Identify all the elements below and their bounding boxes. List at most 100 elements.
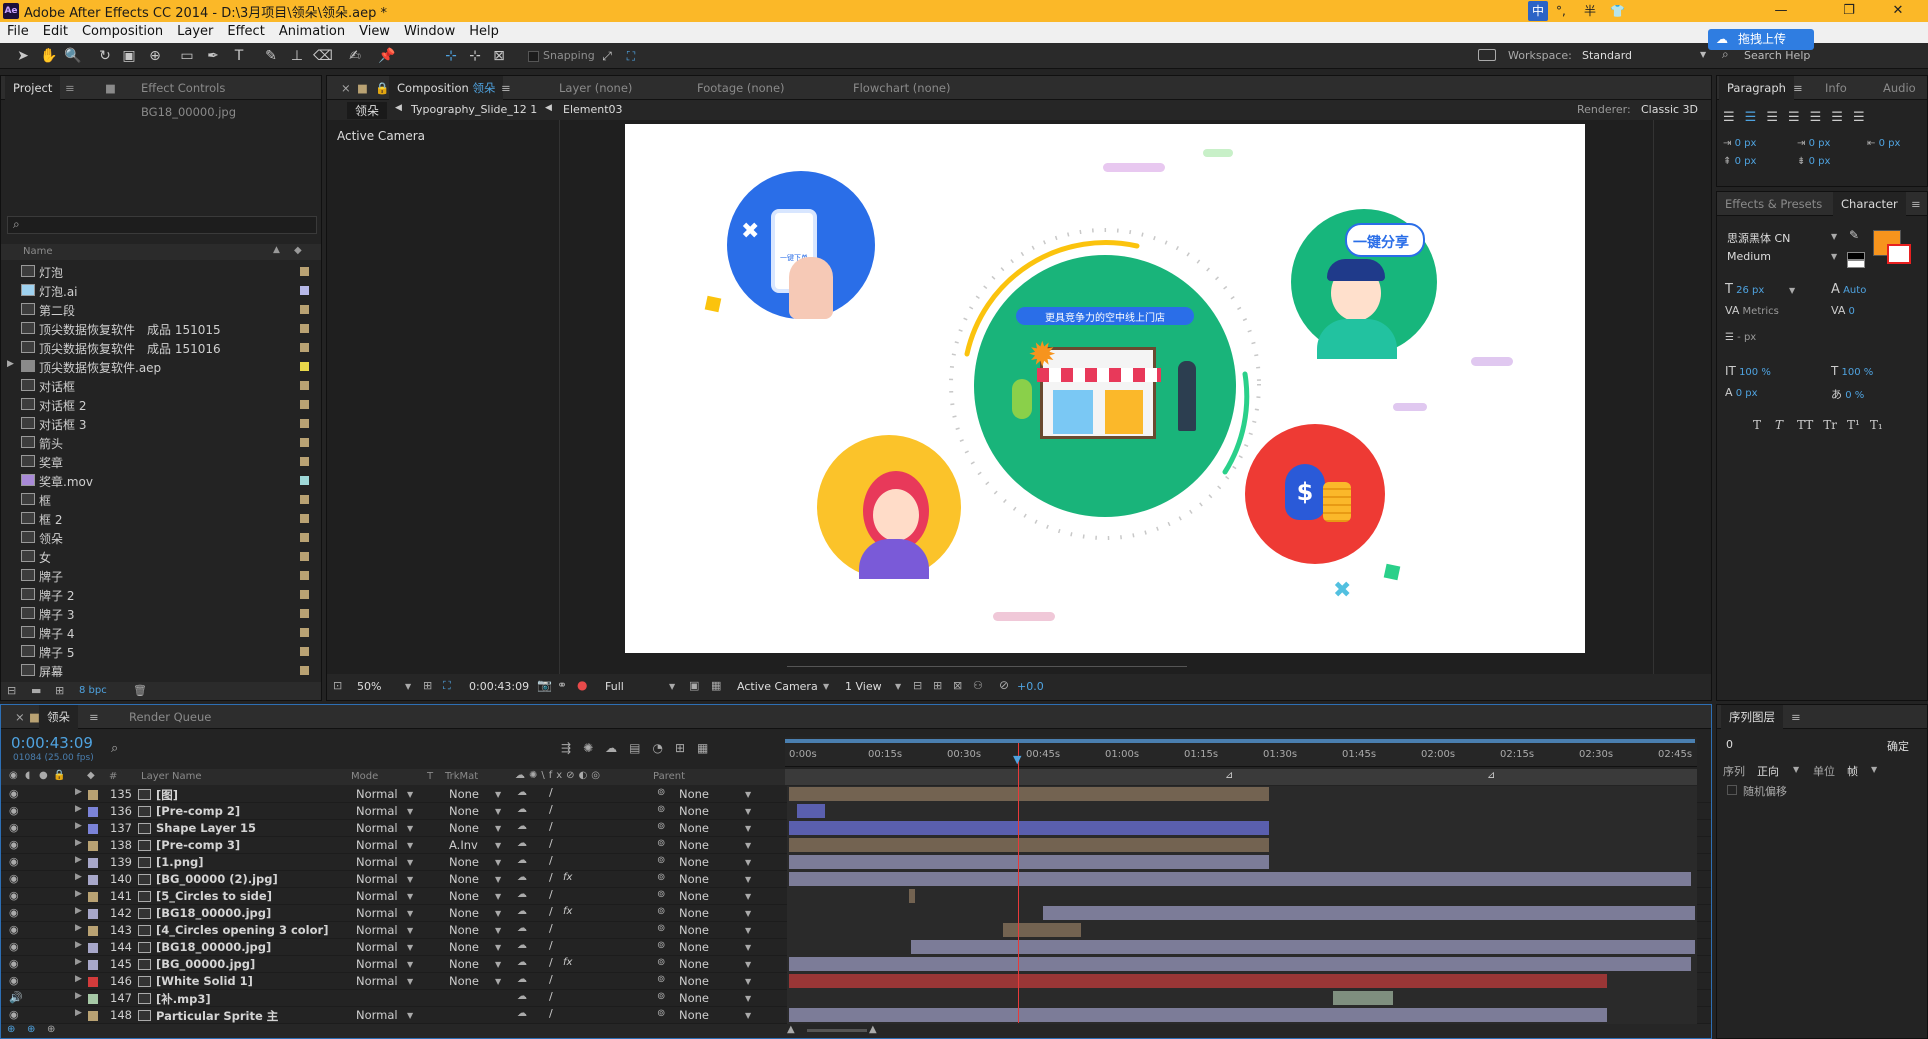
expand-triangle-icon[interactable]: ▶ — [75, 940, 82, 950]
project-search-input[interactable]: ⌕ — [7, 216, 317, 234]
layer-name[interactable]: [5_Circles to side] — [156, 889, 272, 903]
parent-select[interactable]: None — [679, 787, 709, 801]
renderer-select[interactable]: Classic 3D — [1641, 103, 1698, 116]
shy-switch-icon[interactable]: ☁ — [517, 991, 527, 1002]
tab-footage[interactable]: Footage (none) — [689, 76, 793, 100]
parent-select[interactable]: None — [679, 974, 709, 988]
column-mode[interactable]: Mode — [351, 771, 378, 782]
column-layer-name[interactable]: Layer Name — [141, 771, 202, 782]
chevron-down-icon[interactable]: ▼ — [495, 943, 501, 952]
chevron-down-icon[interactable]: ▼ — [745, 841, 751, 850]
justify-all-icon[interactable]: ☰ — [1853, 110, 1875, 125]
menu-edit[interactable]: Edit — [36, 22, 75, 39]
chevron-down-icon[interactable]: ▼ — [495, 841, 501, 850]
project-item[interactable]: 灯泡 — [1, 262, 321, 281]
shy-switch-icon[interactable]: ☁ — [517, 872, 527, 883]
fx-switch-icon[interactable]: fx — [563, 906, 572, 917]
sequence-unit-select[interactable]: 帧 — [1847, 763, 1858, 779]
view-layout-select[interactable]: 1 View — [845, 680, 882, 693]
track-matte-select[interactable]: None — [449, 804, 479, 818]
exposure-reset-icon[interactable]: ⊘ — [999, 678, 1009, 692]
layer-row[interactable]: ◉ ▶ 139 [1.png] Normal ▼ None ▼ ☁ / ⊚ None ▼ — [1, 854, 1711, 871]
chevron-down-icon[interactable]: ▼ — [407, 841, 413, 850]
label-color-swatch[interactable] — [300, 514, 309, 523]
shy-switch-icon[interactable]: ☁ — [517, 821, 527, 832]
interpret-footage-icon[interactable]: ⊟ — [7, 684, 16, 697]
faux-italic-button[interactable]: T — [1775, 418, 1783, 432]
eye-icon[interactable]: ◉ — [9, 940, 19, 953]
label-color-swatch[interactable] — [300, 324, 309, 333]
chevron-down-icon[interactable]: ▼ — [1789, 286, 1795, 295]
layer-duration-bar[interactable] — [797, 804, 825, 818]
exposure-value[interactable]: +0.0 — [1017, 680, 1044, 693]
chevron-down-icon[interactable]: ▼ — [1831, 232, 1837, 241]
quality-switch-icon[interactable]: / — [549, 939, 553, 952]
layer-name[interactable]: [Pre-comp 2] — [156, 804, 240, 818]
chevron-down-icon[interactable]: ▼ — [495, 909, 501, 918]
layer-duration-bar[interactable] — [789, 974, 1607, 988]
tab-timeline-comp[interactable]: 领朵 — [39, 705, 78, 729]
expand-triangle-icon[interactable]: ▶ — [75, 804, 82, 814]
tracking-field[interactable]: VA 0 — [1831, 304, 1855, 317]
chevron-down-icon[interactable]: ▼ — [745, 892, 751, 901]
superscript-button[interactable]: T¹ — [1847, 418, 1860, 432]
expand-triangle-icon[interactable]: ▶ — [75, 889, 82, 899]
layer-row[interactable]: ◉ ▶ 136 [Pre-comp 2] Normal ▼ None ▼ ☁ / ⊚ None ▼ — [1, 803, 1711, 820]
layer-duration-bar[interactable] — [789, 821, 1269, 835]
expand-triangle-icon[interactable]: ▶ — [7, 359, 14, 369]
project-item[interactable]: 牌子 4 — [1, 623, 321, 642]
project-item[interactable]: 牌子 2 — [1, 585, 321, 604]
blend-mode-select[interactable]: Normal — [356, 804, 398, 818]
shy-switch-icon[interactable]: ☁ — [517, 906, 527, 917]
chevron-down-icon[interactable]: ▼ — [407, 875, 413, 884]
expand-triangle-icon[interactable]: ▶ — [75, 872, 82, 882]
layer-label-swatch[interactable] — [88, 960, 98, 970]
project-item[interactable]: 牌子 — [1, 566, 321, 585]
rectangle-tool-icon[interactable]: ▭ — [176, 46, 198, 66]
track-matte-select[interactable]: None — [449, 787, 479, 801]
shy-switch-icon[interactable]: ☁ — [517, 838, 527, 849]
layer-label-swatch[interactable] — [88, 1011, 98, 1021]
blend-mode-select[interactable]: Normal — [356, 838, 398, 852]
clone-stamp-tool-icon[interactable]: ⊥ — [286, 46, 308, 66]
eye-icon[interactable]: ◉ — [9, 821, 19, 834]
zoom-in-icon[interactable]: ▲ — [869, 1024, 877, 1035]
expand-triangle-icon[interactable]: ▶ — [75, 821, 82, 831]
blend-mode-select[interactable]: Normal — [356, 906, 398, 920]
layer-label-swatch[interactable] — [88, 858, 98, 868]
layer-duration-bar[interactable] — [789, 855, 1269, 869]
expand-triangle-icon[interactable]: ▶ — [75, 923, 82, 933]
project-item[interactable]: 第二段 — [1, 300, 321, 319]
track-matte-select[interactable]: None — [449, 906, 479, 920]
label-color-swatch[interactable] — [300, 666, 309, 675]
parent-select[interactable]: None — [679, 991, 709, 1005]
layer-name[interactable]: [BG_00000 (2).jpg] — [156, 872, 278, 886]
menu-help[interactable]: Help — [462, 22, 506, 39]
chevron-down-icon[interactable]: ▼ — [495, 926, 501, 935]
current-time-indicator[interactable] — [1018, 743, 1019, 1023]
eyedropper-icon[interactable]: ✎ — [1849, 228, 1859, 242]
motion-blur-icon[interactable]: ◔ — [652, 741, 674, 755]
pen-tool-icon[interactable]: ✒ — [202, 46, 224, 66]
roto-brush-tool-icon[interactable]: ✍ — [344, 46, 366, 66]
menu-file[interactable]: File — [0, 22, 36, 39]
eye-icon[interactable]: ◉ — [9, 787, 19, 800]
toggle-modes-icon[interactable]: ⊕ — [27, 1024, 35, 1035]
upload-button[interactable]: ☁ 拖拽上传 — [1708, 29, 1814, 50]
stroke-width-field[interactable]: ☰ - px — [1725, 332, 1756, 343]
keyframe-marker-icon[interactable]: ⊿ — [1487, 770, 1495, 781]
transparency-grid-icon[interactable]: ▦ — [711, 679, 721, 692]
ime-lang-toggle[interactable]: 中 — [1528, 1, 1549, 21]
menu-composition[interactable]: Composition — [75, 22, 170, 39]
parent-select[interactable]: None — [679, 838, 709, 852]
tab-composition[interactable]: Composition 领朵 — [389, 76, 504, 100]
toggle-switches-icon[interactable]: ⊕ — [7, 1024, 15, 1035]
maximize-button[interactable]: ❐ — [1826, 0, 1872, 22]
tab-layer[interactable]: Layer (none) — [551, 76, 640, 100]
layer-row[interactable]: ◉ ▶ 142 [BG18_00000.jpg] Normal ▼ None ▼ ☁ / fx ⊚ No… — [1, 905, 1711, 922]
tab-audio[interactable]: Audio — [1875, 76, 1924, 100]
quality-switch-icon[interactable]: / — [549, 990, 553, 1003]
shy-switch-icon[interactable]: ☁ — [517, 940, 527, 951]
chevron-down-icon[interactable]: ▼ — [745, 960, 751, 969]
indent-right-field[interactable]: ⇤ 0 px — [1867, 138, 1900, 149]
